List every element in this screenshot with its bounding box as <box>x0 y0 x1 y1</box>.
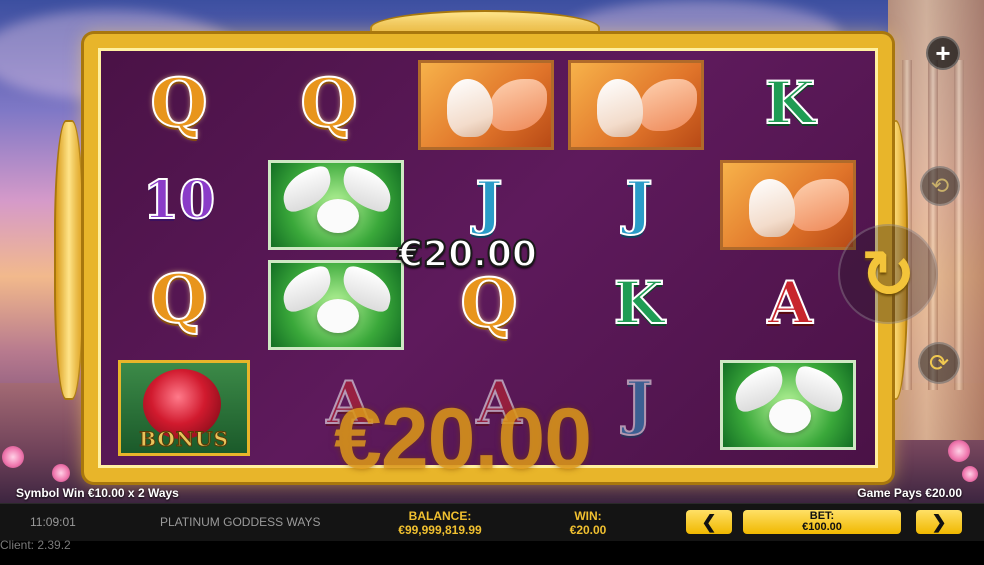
chevron-left-icon: ❮ <box>701 511 717 532</box>
menu-plus-button[interactable]: + <box>926 36 960 70</box>
pegasus-wing <box>489 79 547 131</box>
dove-symbol <box>268 160 404 250</box>
game-scene: Q 10 Q BONUS Q A J Q A J K J K A €20.00 … <box>0 0 984 503</box>
symbol-win-text: Symbol Win €10.00 x 2 Ways <box>16 486 179 500</box>
reel-symbol-q: Q <box>149 64 208 142</box>
flower-decoration <box>948 440 970 462</box>
reel-symbol-10: 10 <box>142 170 216 231</box>
pegasus-icon <box>447 79 493 137</box>
plus-icon: + <box>935 37 951 68</box>
turbo-button[interactable]: ⟳ <box>918 342 960 384</box>
reel-symbol-q: Q <box>149 260 208 338</box>
dove-icon <box>317 199 359 233</box>
reel-symbol-q: Q <box>299 64 358 142</box>
pegasus-symbol <box>418 60 554 150</box>
chevron-right-icon: ❯ <box>931 511 947 532</box>
turbo-icon: ⟳ <box>928 349 950 377</box>
dove-icon <box>317 299 359 333</box>
autoplay-icon: ⟲ <box>930 173 950 198</box>
bet-value: €100.00 <box>802 521 842 533</box>
bonus-label: BONUS <box>139 427 229 452</box>
dove-symbol <box>268 260 404 350</box>
balance-label: BALANCE: <box>408 509 472 523</box>
client-version: Client: 2.39.2 <box>0 538 71 552</box>
reel-symbol-j: J <box>624 169 653 237</box>
pegasus-icon <box>597 79 643 137</box>
reel-symbol-k: K <box>764 69 816 137</box>
reel-symbol-j: J <box>624 369 653 437</box>
bottom-bar: 11:09:01 PLATINUM GODDESS WAYS BALANCE: … <box>0 503 984 541</box>
temple-column <box>954 60 964 390</box>
temple-column <box>928 60 938 390</box>
big-win-amount: €20.00 <box>334 391 592 487</box>
win-value: €20.00 <box>569 523 607 537</box>
pegasus-symbol <box>568 60 704 150</box>
spin-icon: ↻ <box>860 235 916 313</box>
balance-display: BALANCE: €99,999,819.99 <box>380 509 500 537</box>
pegasus-icon <box>749 179 795 237</box>
pegasus-wing <box>791 179 849 231</box>
autoplay-button[interactable]: ⟲ <box>920 166 960 206</box>
game-title: PLATINUM GODDESS WAYS <box>160 515 321 529</box>
pegasus-wing <box>639 79 697 131</box>
pegasus-symbol <box>720 160 856 250</box>
flower-decoration <box>962 466 978 482</box>
frame-ornament-left <box>54 120 84 400</box>
flower-decoration <box>52 464 70 482</box>
spin-button[interactable]: ↻ <box>838 224 938 324</box>
bet-increase-button[interactable]: ❯ <box>916 510 962 534</box>
game-pays-text: Game Pays €20.00 <box>857 486 962 500</box>
dove-symbol <box>720 360 856 450</box>
win-display: WIN: €20.00 <box>548 509 628 537</box>
bet-decrease-button[interactable]: ❮ <box>686 510 732 534</box>
dove-icon <box>769 399 811 433</box>
flower-decoration <box>2 446 24 468</box>
win-label: WIN: <box>574 509 602 523</box>
bet-button[interactable]: BET: €100.00 <box>743 510 901 534</box>
reel-symbol-k: K <box>613 269 665 337</box>
win-amount-overlay: €20.00 <box>397 233 538 276</box>
bonus-rose-symbol: BONUS <box>118 360 250 456</box>
balance-value: €99,999,819.99 <box>398 523 482 537</box>
clock: 11:09:01 <box>30 515 76 529</box>
